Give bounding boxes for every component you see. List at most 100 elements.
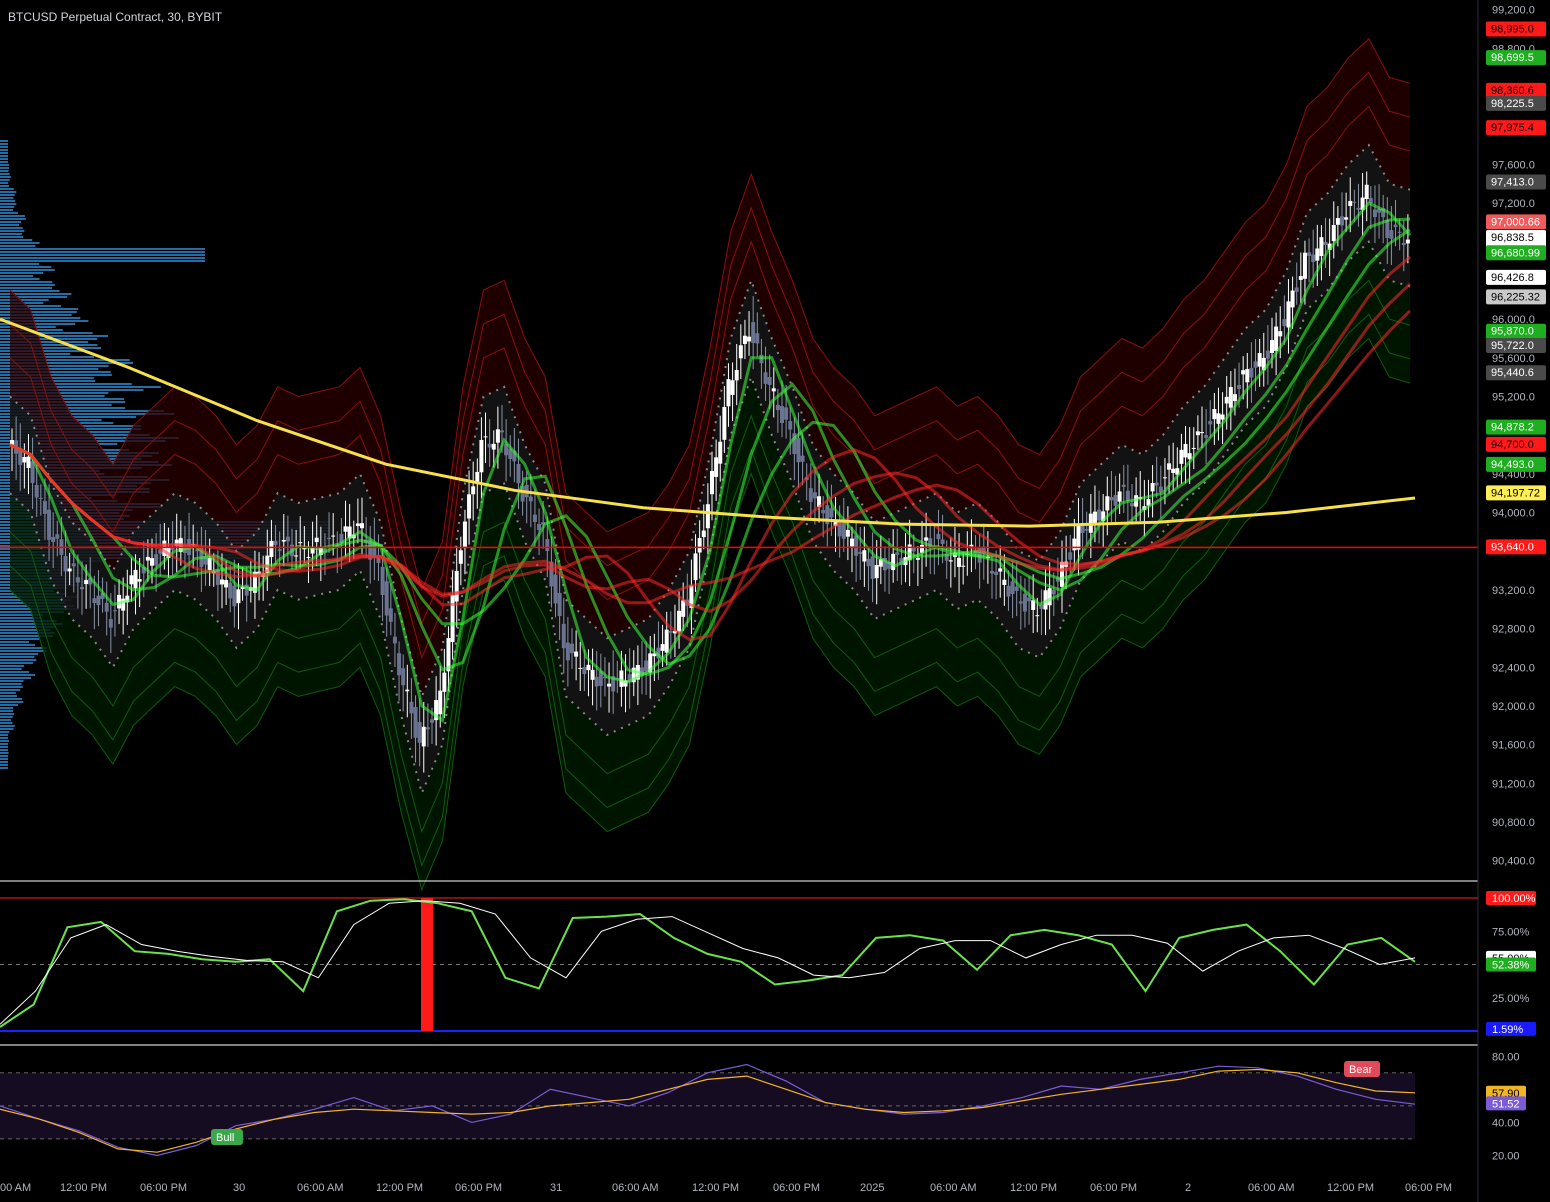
candle-body [285,536,290,542]
candle-body [1167,463,1172,470]
candle-body [47,509,52,540]
profile-bar [0,221,21,223]
price-tag-label: 97,000.66 [1491,216,1540,228]
candle-body [1113,495,1118,506]
profile-bar [0,185,10,187]
profile-bar [0,638,40,640]
profile-bar [0,659,37,661]
candle-body [553,574,558,604]
candle-body [479,439,484,473]
candle-body [1002,579,1007,585]
profile-bar [0,728,14,730]
price-tag-label: 96,225.32 [1491,291,1540,303]
candle-body [854,535,859,556]
candle-body [738,345,743,359]
candle-body [42,501,47,514]
candle-body [780,406,784,424]
profile-bar [0,680,24,682]
rsi-panel: 80.0040.0020.0057.9051.52BullBear [0,1051,1526,1162]
price-tag-label: 93,640.0 [1491,541,1534,553]
candle-body [1228,387,1233,408]
candle-body [788,421,793,430]
candle-body [821,509,826,514]
time-tick-label: 12:00 PM [692,1182,739,1194]
candle-body [1105,496,1110,511]
candle-body [784,407,789,420]
candle-body [1249,367,1254,378]
osc-tick-label: 75.00% [1492,926,1530,938]
profile-bar [0,758,8,760]
candle-body [1179,449,1184,464]
candle-body [380,566,385,596]
profile-bar [0,704,19,706]
candle-body [771,388,776,392]
candle-body [331,535,336,537]
price-tick-label: 93,200.0 [1492,585,1535,597]
profile-bar [0,251,205,253]
candle-body [570,643,574,654]
chart-canvas[interactable]: 99,200.098,800.097,600.097,200.096,000.0… [0,0,1550,1202]
profile-bar [0,236,24,238]
candle-body [516,464,521,484]
candle-body [34,484,39,498]
profile-bar [0,203,17,205]
candle-body [730,380,735,395]
profile-bar [0,200,16,202]
candle-body [1154,482,1159,486]
candle-body [1171,468,1176,473]
candle-body [1356,207,1361,210]
candle-body [891,553,896,571]
profile-bar [0,206,15,208]
candle-body [1237,384,1242,389]
profile-bar [0,164,10,166]
profile-bar [0,158,8,160]
candle-body [1047,588,1052,606]
profile-bar [0,707,14,709]
profile-bar [0,650,47,652]
candle-body [1405,239,1410,244]
candle-body [850,538,854,547]
candle-body [220,579,224,585]
candle-body [1121,484,1126,487]
candle-body [582,666,587,675]
profile-bar [0,674,36,676]
profile-bar [0,269,55,271]
candle-body [26,456,31,468]
price-tag-label: 96,426.8 [1491,272,1534,284]
candle-body [129,575,134,585]
candle-body [1109,497,1114,501]
candle-body [710,470,714,495]
profile-bar [0,263,40,265]
candle-body [421,726,426,747]
profile-bar [0,266,52,268]
profile-bar [0,227,23,229]
profile-bar [0,668,22,670]
stoch-panel: 75.00%25.00%100.00%55.00%52.38%1.59% [0,891,1536,1036]
candle-body [561,623,566,649]
candle-body [154,554,159,566]
profile-bar [0,767,8,769]
candle-body [874,564,879,579]
rsi-tick-label: 20.00 [1492,1150,1520,1162]
candle-body [1158,486,1163,493]
candle-body [438,690,443,715]
profile-bar [0,755,8,757]
candle-body [425,727,430,730]
time-tick-label: 12:00 PM [60,1182,107,1194]
profile-bar [0,197,14,199]
candle-body [1208,420,1213,425]
candle-body [1076,524,1081,550]
candle-body [557,592,562,617]
rsi-tick-label: 40.00 [1492,1117,1520,1129]
price-tag-label: 97,975.4 [1491,122,1534,134]
candle-body [1389,230,1394,239]
candle-body [714,457,719,477]
profile-bar [0,218,26,220]
candle-body [413,707,418,738]
price-tick-label: 92,800.0 [1492,624,1535,636]
candle-body [55,534,60,539]
candle-body [1274,326,1279,352]
osc-tag-label: 52.38% [1492,960,1530,972]
candle-body [1035,615,1040,617]
candle-body [483,436,488,438]
